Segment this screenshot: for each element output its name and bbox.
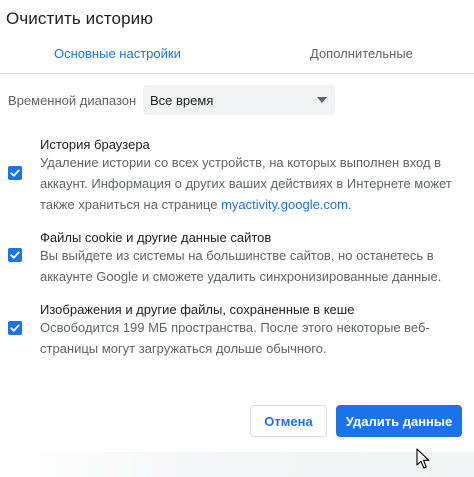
- option-description-suffix: .: [347, 197, 352, 212]
- checkbox-cache[interactable]: [8, 321, 22, 335]
- clear-history-dialog: Очистить историю Основные настройки Допо…: [0, 0, 474, 477]
- option-title: История браузера: [40, 137, 150, 152]
- checkbox-cookies[interactable]: [8, 248, 22, 262]
- caret-down-icon: [317, 97, 327, 103]
- tab-advanced-settings[interactable]: Дополнительные: [310, 46, 413, 61]
- dialog-footer-shade: [0, 452, 474, 477]
- option-title: Изображения и другие файлы, сохраненные …: [40, 302, 355, 317]
- tab-bar: Основные настройки Дополнительные: [0, 38, 474, 74]
- option-description: Удаление истории со всех устройств, на к…: [40, 152, 460, 215]
- time-range-select[interactable]: Все время: [143, 85, 335, 115]
- option-description: Освободится 199 МБ пространства. После э…: [40, 320, 430, 356]
- mouse-pointer-icon: [416, 448, 430, 469]
- checkmark-icon: [10, 324, 20, 332]
- tabs-divider: [0, 73, 474, 74]
- delete-data-button[interactable]: Удалить данные: [336, 405, 462, 437]
- dialog-title: Очистить историю: [6, 9, 154, 28]
- checkmark-icon: [10, 251, 20, 259]
- cancel-button[interactable]: Отмена: [250, 405, 327, 437]
- option-description: Вы выйдете из системы на большинстве сай…: [40, 248, 442, 284]
- time-range-label: Временной диапазон: [8, 93, 137, 108]
- time-range-value: Все время: [150, 92, 214, 108]
- tab-basic-settings[interactable]: Основные настройки: [54, 46, 181, 61]
- checkbox-browsing-history[interactable]: [8, 166, 22, 180]
- option-title: Файлы cookie и другие данные сайтов: [40, 230, 272, 245]
- myactivity-link[interactable]: myactivity.google.com: [221, 197, 348, 212]
- checkmark-icon: [10, 169, 20, 177]
